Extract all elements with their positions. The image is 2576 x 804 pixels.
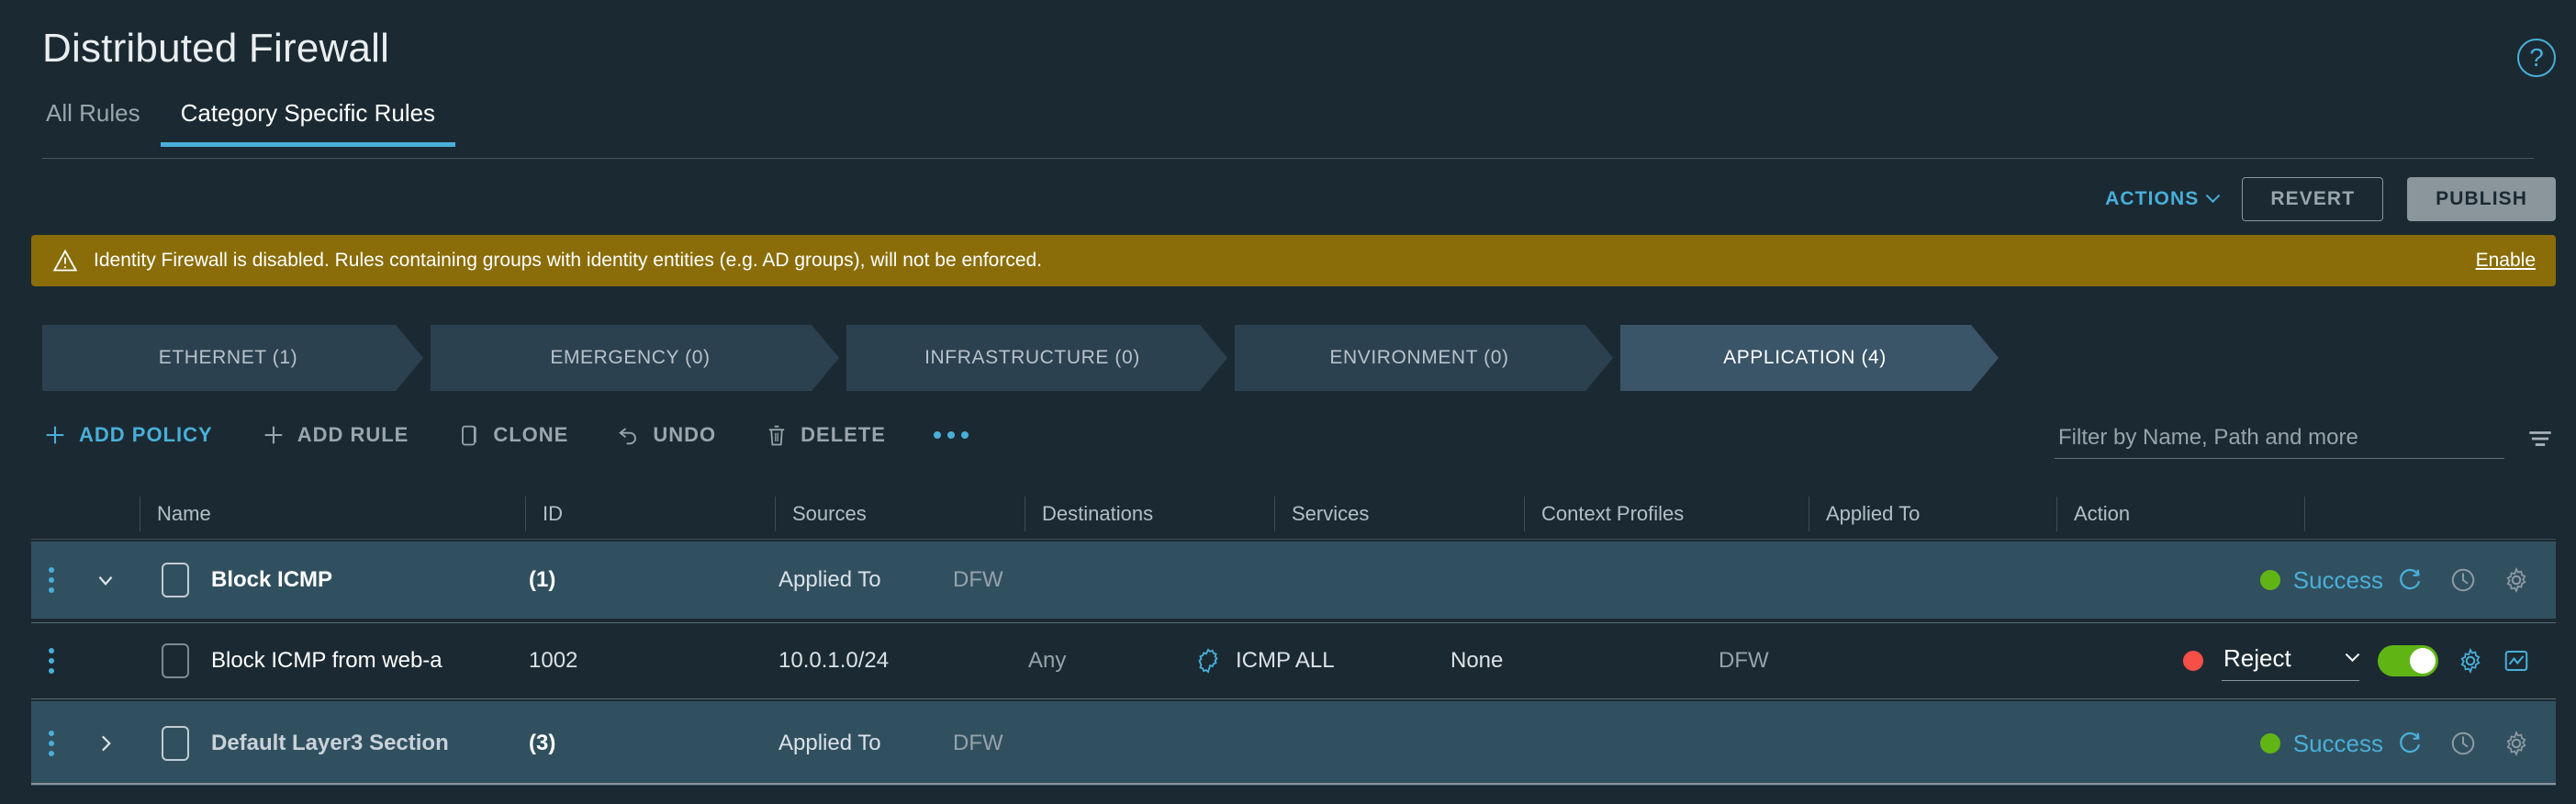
rules-toolbar: ADD POLICY ADD RULE CLONE UNDO DELETE: [42, 422, 969, 448]
column-header-id: ID: [525, 496, 775, 531]
category-infrastructure[interactable]: INFRASTRUCTURE (0): [846, 325, 1227, 391]
table-bottom-divider: [31, 783, 2556, 785]
rule-context-profiles[interactable]: None: [1450, 648, 1503, 674]
table-row[interactable]: Block ICMP from web-a 1002 10.0.1.0/24 A…: [31, 622, 2556, 699]
undo-button[interactable]: UNDO: [616, 422, 716, 448]
applied-to-value: DFW: [953, 567, 1003, 592]
status-dot: [2259, 733, 2280, 754]
rule-id: 1002: [529, 648, 578, 673]
row-menu-icon[interactable]: [49, 648, 54, 674]
warning-triangle-icon: [52, 249, 78, 272]
trash-icon: [768, 425, 785, 446]
chevron-down-icon[interactable]: [94, 568, 118, 592]
actions-dropdown[interactable]: ACTIONS: [2105, 187, 2221, 210]
gear-icon[interactable]: [2503, 566, 2530, 594]
row-menu-icon[interactable]: [49, 567, 54, 593]
row-checkbox[interactable]: [162, 643, 189, 678]
rule-name: Block ICMP from web-a: [211, 648, 442, 673]
column-header-services: Services: [1274, 496, 1524, 531]
tab-divider: [42, 158, 2534, 159]
column-header-context-profiles: Context Profiles: [1524, 496, 1809, 531]
add-rule-label: ADD RULE: [297, 423, 409, 446]
service-burst-icon: [1198, 648, 1218, 674]
column-header-destinations: Destinations: [1025, 496, 1274, 531]
applied-to-value: DFW: [953, 731, 1003, 755]
clock-icon[interactable]: [2449, 566, 2477, 594]
chevron-down-icon: [2345, 647, 2360, 663]
policy-rule-count: (1): [529, 567, 556, 592]
undo-label: UNDO: [653, 423, 717, 446]
gear-icon[interactable]: [2503, 730, 2530, 757]
chevron-right-icon[interactable]: [94, 731, 118, 755]
status-text: Success: [2292, 729, 2383, 757]
table-row[interactable]: Default Layer3 Section (3) Applied To DF…: [31, 701, 2556, 786]
action-value: Reject: [2223, 644, 2291, 672]
policy-name: Default Layer3 Section: [211, 731, 449, 755]
distributed-firewall-page: Distributed Firewall ? All Rules Categor…: [0, 0, 2576, 804]
table-header: Name ID Sources Destinations Services Co…: [31, 488, 2556, 540]
row-menu-icon[interactable]: [49, 731, 54, 756]
actions-label: ACTIONS: [2105, 188, 2200, 209]
filter-input[interactable]: [2055, 418, 2504, 459]
delete-button[interactable]: DELETE: [764, 422, 886, 448]
category-emergency[interactable]: EMERGENCY (0): [431, 325, 839, 391]
refresh-icon[interactable]: [2396, 566, 2424, 594]
clock-icon[interactable]: [2449, 730, 2477, 757]
banner-enable-link[interactable]: Enable: [2476, 250, 2536, 272]
help-circle-icon[interactable]: ?: [2517, 39, 2556, 77]
rule-sources[interactable]: 10.0.1.0/24: [778, 648, 889, 674]
rule-services[interactable]: ICMP ALL: [1236, 648, 1335, 674]
column-header-name: Name: [140, 496, 525, 531]
undo-icon: [619, 428, 637, 445]
filter-area: [2055, 418, 2556, 459]
applied-to-label: Applied To: [778, 731, 881, 755]
filter-icon[interactable]: [2525, 427, 2556, 451]
add-policy-button[interactable]: ADD POLICY: [42, 422, 213, 448]
plus-icon: [264, 426, 283, 444]
row-checkbox[interactable]: [162, 563, 189, 597]
policy-rule-count: (3): [529, 731, 556, 755]
page-title: Distributed Firewall: [42, 26, 390, 71]
add-policy-label: ADD POLICY: [79, 423, 213, 446]
revert-button[interactable]: REVERT: [2242, 177, 2384, 221]
status-text: Success: [2292, 565, 2383, 594]
gear-icon[interactable]: [2457, 647, 2484, 675]
category-environment[interactable]: ENVIRONMENT (0): [1235, 325, 1613, 391]
chevron-down-icon: [2206, 187, 2221, 203]
table-row[interactable]: Block ICMP (1) Applied To DFW Success: [31, 542, 2556, 619]
add-rule-button[interactable]: ADD RULE: [261, 422, 409, 448]
tab-bar: All Rules Category Specific Rules: [42, 99, 456, 147]
identity-firewall-warning-banner: Identity Firewall is disabled. Rules con…: [31, 235, 2556, 286]
column-header-sources: Sources: [775, 496, 1025, 531]
clone-icon: [462, 425, 477, 446]
action-status-dot: [2183, 651, 2203, 671]
category-ethernet[interactable]: ETHERNET (1): [42, 325, 423, 391]
stats-icon[interactable]: [2503, 647, 2530, 675]
rule-applied-to[interactable]: DFW: [1719, 648, 1769, 674]
action-dropdown[interactable]: Reject: [2222, 641, 2360, 681]
category-breadcrumb: ETHERNET (1) EMERGENCY (0) INFRASTRUCTUR…: [42, 325, 2006, 391]
delete-label: DELETE: [801, 423, 886, 446]
banner-message: Identity Firewall is disabled. Rules con…: [94, 250, 1043, 271]
clone-button[interactable]: CLONE: [456, 422, 568, 448]
category-application[interactable]: APPLICATION (4): [1620, 325, 1999, 391]
rule-enable-toggle[interactable]: [2378, 645, 2438, 676]
plus-icon: [46, 426, 64, 444]
tab-category-specific-rules[interactable]: Category Specific Rules: [160, 99, 456, 147]
column-header-action: Action: [2056, 496, 2304, 531]
tab-all-rules[interactable]: All Rules: [42, 99, 161, 147]
refresh-icon[interactable]: [2396, 730, 2424, 757]
more-horizontal-icon[interactable]: [933, 431, 969, 439]
policy-name: Block ICMP: [211, 567, 333, 592]
column-header-applied-to: Applied To: [1809, 496, 2056, 531]
action-bar: ACTIONS REVERT PUBLISH: [2105, 177, 2556, 221]
row-checkbox[interactable]: [162, 726, 189, 761]
rule-destinations[interactable]: Any: [1028, 648, 1066, 674]
clone-label: CLONE: [493, 423, 569, 446]
applied-to-label: Applied To: [778, 567, 881, 592]
publish-button[interactable]: PUBLISH: [2407, 177, 2556, 221]
status-dot: [2259, 570, 2280, 590]
